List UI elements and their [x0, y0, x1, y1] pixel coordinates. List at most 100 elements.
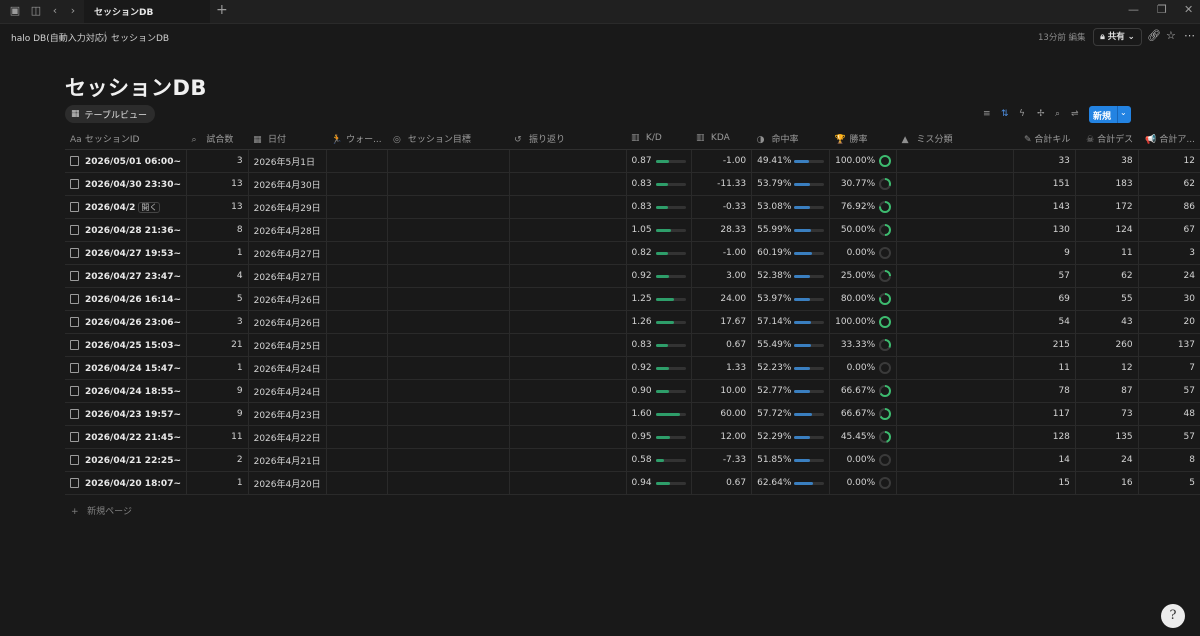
cell-total-deaths[interactable]: 11 — [1074, 241, 1139, 265]
cell-date[interactable]: 2026年4月21日 — [247, 448, 327, 472]
cell-total-kills[interactable]: 15 — [1013, 471, 1076, 495]
column-header[interactable]: ◑ 命中率 — [751, 127, 830, 150]
cell-session-id[interactable]: 2026/04/22 21:45~ — [65, 425, 187, 449]
column-header[interactable]: 🏆 勝率 — [829, 127, 897, 150]
cell-kda[interactable]: 24.00 — [690, 287, 752, 311]
column-header[interactable]: 🏃 ウォー... — [326, 127, 388, 150]
help-icon[interactable]: ? — [1161, 604, 1185, 628]
table-row[interactable]: 2026/04/30 23:30~ 13 2026年4月30日 0.83 -11.33 5… — [65, 172, 1200, 196]
cell-accuracy[interactable]: 53.79% — [751, 172, 830, 196]
cell-kd[interactable]: 0.82 — [625, 241, 692, 265]
cell-total-deaths[interactable]: 43 — [1074, 310, 1139, 334]
cell-total-assists[interactable]: 7 — [1137, 356, 1200, 380]
cell-session-goal[interactable] — [387, 356, 510, 380]
cell-review[interactable] — [508, 333, 627, 357]
cell-session-id[interactable]: 2026/04/24 18:55~ — [65, 379, 187, 403]
cell-total-kills[interactable]: 151 — [1013, 172, 1076, 196]
cell-accuracy[interactable]: 51.85% — [751, 448, 830, 472]
cell-date[interactable]: 2026年4月26日 — [247, 310, 327, 334]
cell-date[interactable]: 2026年5月1日 — [247, 149, 327, 173]
cell-matches[interactable]: 2 — [186, 448, 249, 472]
cell-winrate[interactable]: 76.92% — [829, 195, 897, 219]
star-icon[interactable]: ☆ — [1166, 29, 1176, 42]
table-row[interactable]: 2026/05/01 06:00~ 3 2026年5月1日 0.87 -1.00 49.4… — [65, 149, 1200, 173]
cell-session-goal[interactable] — [387, 149, 510, 173]
cell-session-goal[interactable] — [387, 471, 510, 495]
new-tab-icon[interactable]: + — [216, 2, 228, 18]
breadcrumb-current[interactable]: セッションDB — [111, 31, 169, 44]
cell-matches[interactable]: 1 — [186, 356, 249, 380]
cell-warmup[interactable] — [325, 264, 388, 288]
cell-review[interactable] — [508, 448, 627, 472]
sparkle-icon[interactable]: ✢ — [1037, 109, 1045, 119]
column-header[interactable]: Aa セッションID — [65, 127, 187, 150]
breadcrumb-parent[interactable]: halo DB(自動入力対応) — [11, 31, 107, 44]
cell-total-deaths[interactable]: 16 — [1074, 471, 1139, 495]
cell-matches[interactable]: 3 — [186, 149, 249, 173]
cell-date[interactable]: 2026年4月22日 — [247, 425, 327, 449]
cell-total-assists[interactable]: 62 — [1137, 172, 1200, 196]
cell-total-assists[interactable]: 20 — [1137, 310, 1200, 334]
cell-kda[interactable]: 28.33 — [690, 218, 752, 242]
cell-warmup[interactable] — [325, 379, 388, 403]
cell-session-id[interactable]: 2026/04/27 19:53~ — [65, 241, 187, 265]
cell-session-goal[interactable] — [387, 425, 510, 449]
column-header[interactable]: ▥ K/D — [626, 127, 692, 150]
table-row[interactable]: 2026/04/22 21:45~ 11 2026年4月22日 0.95 12.00 52… — [65, 425, 1200, 449]
cell-winrate[interactable]: 0.00% — [829, 471, 897, 495]
table-row[interactable]: 2026/04/24 18:55~ 9 2026年4月24日 0.90 10.00 52.… — [65, 379, 1200, 403]
cell-matches[interactable]: 13 — [186, 195, 249, 219]
cell-miss-type[interactable] — [896, 448, 1014, 472]
cell-review[interactable] — [508, 287, 627, 311]
cell-date[interactable]: 2026年4月27日 — [247, 264, 327, 288]
cell-accuracy[interactable]: 52.38% — [751, 264, 830, 288]
cell-total-kills[interactable]: 69 — [1013, 287, 1076, 311]
cell-total-deaths[interactable]: 135 — [1074, 425, 1139, 449]
column-header[interactable]: ↺ 振り返り — [509, 127, 627, 150]
cell-date[interactable]: 2026年4月20日 — [247, 471, 327, 495]
cell-review[interactable] — [508, 241, 627, 265]
cell-miss-type[interactable] — [896, 333, 1014, 357]
table-row[interactable]: 2026/04/27 23:47~ 4 2026年4月27日 0.92 3.00 52.3… — [65, 264, 1200, 288]
column-header[interactable]: ▥ KDA — [691, 127, 752, 150]
minimize-icon[interactable]: — — [1128, 3, 1139, 16]
cell-miss-type[interactable] — [896, 287, 1014, 311]
cell-matches[interactable]: 4 — [186, 264, 249, 288]
cell-review[interactable] — [508, 425, 627, 449]
cell-miss-type[interactable] — [896, 310, 1014, 334]
cell-matches[interactable]: 8 — [186, 218, 249, 242]
cell-kda[interactable]: 1.33 — [690, 356, 752, 380]
cell-total-deaths[interactable]: 172 — [1074, 195, 1139, 219]
cell-total-assists[interactable]: 24 — [1137, 264, 1200, 288]
cell-miss-type[interactable] — [896, 149, 1014, 173]
cell-total-assists[interactable]: 48 — [1137, 402, 1200, 426]
cell-accuracy[interactable]: 52.77% — [751, 379, 830, 403]
cell-kda[interactable]: -1.00 — [690, 149, 752, 173]
cell-winrate[interactable]: 100.00% — [829, 149, 897, 173]
cell-miss-type[interactable] — [896, 241, 1014, 265]
cell-warmup[interactable] — [325, 402, 388, 426]
cell-review[interactable] — [508, 402, 627, 426]
cell-session-goal[interactable] — [387, 448, 510, 472]
cell-miss-type[interactable] — [896, 356, 1014, 380]
cell-kd[interactable]: 0.92 — [625, 264, 692, 288]
cell-session-id[interactable]: 2026/04/25 15:03~ — [65, 333, 187, 357]
cell-warmup[interactable] — [325, 241, 388, 265]
cell-total-assists[interactable]: 67 — [1137, 218, 1200, 242]
table-row[interactable]: 2026/04/26 23:06~ 3 2026年4月26日 1.26 17.67 57.… — [65, 310, 1200, 334]
cell-total-assists[interactable]: 12 — [1137, 149, 1200, 173]
cell-kda[interactable]: 0.67 — [690, 333, 752, 357]
cell-session-goal[interactable] — [387, 333, 510, 357]
cell-accuracy[interactable]: 52.29% — [751, 425, 830, 449]
cell-kda[interactable]: 60.00 — [690, 402, 752, 426]
cell-kda[interactable]: -1.00 — [690, 241, 752, 265]
cell-total-deaths[interactable]: 124 — [1074, 218, 1139, 242]
table-row[interactable]: 2026/04/2 開く 13 2026年4月29日 0.83 -0.33 53.08% 76… — [65, 195, 1200, 219]
cell-kd[interactable]: 0.83 — [625, 195, 692, 219]
cell-total-deaths[interactable]: 24 — [1074, 448, 1139, 472]
cell-kda[interactable]: 12.00 — [690, 425, 752, 449]
cell-accuracy[interactable]: 53.08% — [751, 195, 830, 219]
cell-accuracy[interactable]: 52.23% — [751, 356, 830, 380]
cell-winrate[interactable]: 50.00% — [829, 218, 897, 242]
cell-kda[interactable]: 3.00 — [690, 264, 752, 288]
